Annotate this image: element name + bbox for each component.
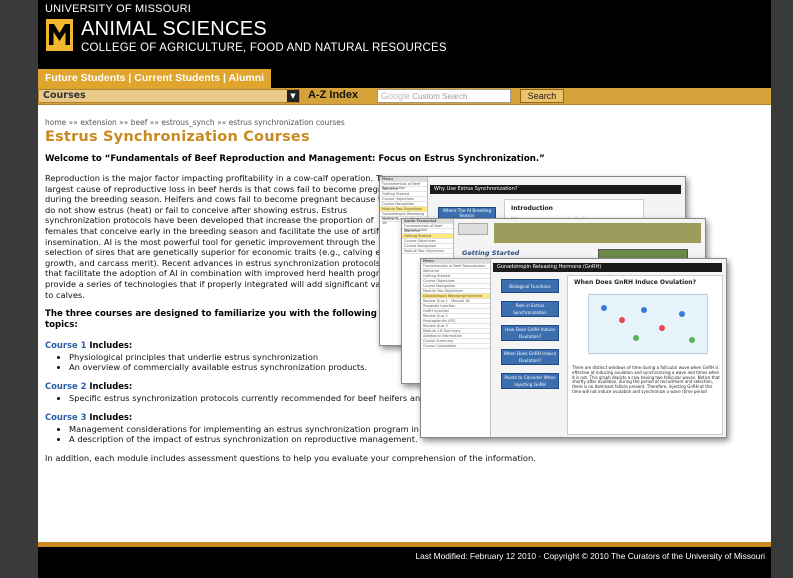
course-screenshot-gnrh: Menu Fundamentals of Beef Reproduction W… bbox=[420, 258, 727, 438]
course-2-link[interactable]: Course 2 bbox=[45, 381, 86, 391]
molecule-dot bbox=[659, 325, 665, 331]
breadcrumb-beef[interactable]: beef bbox=[131, 118, 148, 127]
college-name[interactable]: COLLEGE OF AGRICULTURE, FOOD AND NATURAL… bbox=[81, 42, 447, 54]
university-name[interactable]: UNIVERSITY OF MISSOURI bbox=[45, 3, 191, 15]
nav-separator: | bbox=[125, 72, 135, 84]
breadcrumb: home »» extension »» beef »» estrous_syn… bbox=[45, 118, 765, 127]
screenshot-panel: When Does GnRH Induce Ovulation? There a… bbox=[567, 275, 723, 435]
molecule-illustration-icon bbox=[588, 294, 708, 354]
search-bar: Courses ▼ A-Z Index Google Custom Search… bbox=[38, 88, 771, 105]
site-header: UNIVERSITY OF MISSOURI ANIMAL SCIENCES C… bbox=[38, 0, 771, 69]
footer-divider bbox=[38, 542, 771, 547]
nav-future-students[interactable]: Future Students bbox=[45, 72, 126, 84]
breadcrumb-home[interactable]: home bbox=[45, 118, 66, 127]
molecule-dot bbox=[619, 317, 625, 323]
molecule-dot bbox=[633, 335, 639, 341]
page: UNIVERSITY OF MISSOURI ANIMAL SCIENCES C… bbox=[38, 0, 771, 578]
search-placeholder: Custom Search bbox=[410, 92, 468, 101]
molecule-dot bbox=[679, 311, 685, 317]
course-3-link[interactable]: Course 3 bbox=[45, 412, 86, 422]
course-1-link[interactable]: Course 1 bbox=[45, 340, 86, 350]
google-brand: Google bbox=[381, 91, 411, 101]
screenshot-heading: Getting Started bbox=[462, 249, 520, 257]
search-button[interactable]: Search bbox=[520, 89, 564, 103]
screenshot-titlebar: Gonadotropin Releasing Hormone (GnRH) bbox=[493, 263, 722, 272]
screenshot-title: Gonadotropin Releasing Hormone (GnRH) bbox=[497, 264, 602, 270]
breadcrumb-separator: »» bbox=[214, 118, 229, 127]
select-value: Courses bbox=[43, 90, 86, 101]
nav-current-students[interactable]: Current Students bbox=[134, 72, 220, 84]
screenshot-heading: When Does GnRH Induce Ovulation? bbox=[574, 279, 697, 286]
sidebar-row: Course Completion bbox=[421, 344, 490, 349]
breadcrumb-estrous-synch[interactable]: estrous_synch bbox=[161, 118, 214, 127]
screenshot-nav-button: When Does GnRH Induce Ovulation? bbox=[501, 349, 559, 365]
molecule-dot bbox=[601, 305, 607, 311]
screenshot-nav-button: Points to Consider When Injecting GnRH bbox=[501, 373, 559, 389]
includes-label: Includes: bbox=[86, 340, 133, 351]
university-seal-icon bbox=[458, 223, 488, 235]
screenshot-nav-button: How Does GnRH Induce Ovulation? bbox=[501, 325, 559, 341]
screenshot-heading: Introduction bbox=[511, 205, 553, 212]
search-input[interactable]: Google Custom Search bbox=[377, 89, 511, 103]
sidebar-row: Module Two Objectives bbox=[402, 249, 453, 254]
screenshot-text: There are distinct windows of time durin… bbox=[572, 365, 720, 394]
topics-heading: The three courses are designed to famili… bbox=[45, 309, 377, 331]
breadcrumb-separator: »» bbox=[116, 118, 131, 127]
page-title: Estrus Synchronization Courses bbox=[45, 129, 310, 145]
courses-select[interactable]: Courses ▼ bbox=[38, 89, 300, 103]
molecule-dot bbox=[641, 307, 647, 313]
includes-label: Includes: bbox=[86, 380, 133, 391]
intro-paragraph: Reproduction is the major factor impacti… bbox=[45, 173, 398, 300]
screenshot-title: Why Use Estrus Synchronization? bbox=[434, 186, 518, 192]
molecule-dot bbox=[689, 337, 695, 343]
audience-tab: Future Students | Current Students | Alu… bbox=[38, 69, 272, 88]
nav-alumni[interactable]: Alumni bbox=[228, 72, 264, 84]
screenshot-nav-button: Role in Estrus Synchronization bbox=[501, 301, 559, 317]
breadcrumb-separator: »» bbox=[66, 118, 81, 127]
breadcrumb-separator: »» bbox=[147, 118, 162, 127]
closing-paragraph: In addition, each module includes assess… bbox=[45, 453, 536, 464]
department-title[interactable]: ANIMAL SCIENCES bbox=[81, 18, 267, 41]
welcome-heading: Welcome to “Fundamentals of Beef Reprodu… bbox=[45, 154, 545, 164]
chevron-down-icon[interactable]: ▼ bbox=[287, 90, 299, 102]
site-footer: Last Modified: February 12 2010 · Copyri… bbox=[38, 542, 771, 578]
includes-label: Includes: bbox=[86, 412, 133, 423]
az-index-link[interactable]: A-Z Index bbox=[308, 89, 358, 101]
breadcrumb-current: estrus synchronization courses bbox=[228, 118, 345, 127]
screenshot-nav-button: Biological Functions bbox=[501, 279, 559, 293]
screenshot-sidebar: Menu Fundamentals of Beef Reproduction W… bbox=[421, 259, 491, 437]
audience-nav: Future Students | Current Students | Alu… bbox=[38, 69, 771, 88]
screenshot-banner bbox=[494, 223, 701, 243]
screenshot-titlebar: Why Use Estrus Synchronization? bbox=[430, 185, 681, 194]
footer-text: Last Modified: February 12 2010 · Copyri… bbox=[415, 551, 765, 561]
mizzou-logo-icon[interactable] bbox=[46, 19, 73, 51]
breadcrumb-extension[interactable]: extension bbox=[80, 118, 117, 127]
